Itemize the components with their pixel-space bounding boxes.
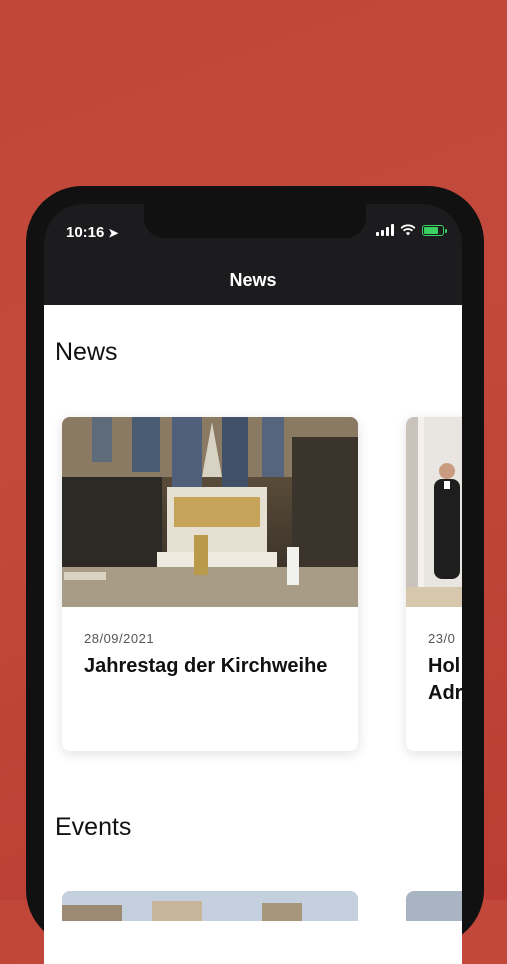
- status-icons: [376, 224, 447, 236]
- phone-screen: 10:16 ➤ News News 28/09/2021 Jahrestag d…: [44, 204, 462, 964]
- event-card[interactable]: [406, 891, 462, 921]
- news-card-title: Jahrestag der Kirchweihe: [84, 655, 328, 677]
- news-card-image: [62, 417, 358, 607]
- battery-charging-icon: [422, 224, 447, 236]
- phone-frame: 10:16 ➤ News News 28/09/2021 Jahrestag d…: [26, 186, 484, 964]
- location-arrow-icon: ➤: [108, 226, 119, 240]
- wifi-icon: [400, 224, 416, 236]
- status-time-label: 10:16: [66, 224, 105, 241]
- nav-title: News: [229, 270, 277, 290]
- notch: [144, 204, 366, 238]
- news-card[interactable]: 23/0 Hol Adr: [406, 417, 462, 751]
- events-section-heading: Events: [55, 813, 132, 841]
- event-card-image: [62, 891, 358, 921]
- news-card-image: [406, 417, 462, 607]
- news-card-date: 23/0: [428, 631, 456, 646]
- content-area[interactable]: News 28/09/2021 Jahrestag der Kirchweihe…: [44, 305, 462, 964]
- news-card-date: 28/09/2021: [84, 631, 155, 646]
- news-card-title: Hol Adr: [428, 655, 462, 704]
- news-section-heading: News: [55, 338, 118, 366]
- news-card[interactable]: 28/09/2021 Jahrestag der Kirchweihe: [62, 417, 358, 751]
- cellular-signal-icon: [376, 224, 394, 236]
- status-time: 10:16 ➤: [66, 224, 118, 241]
- event-card[interactable]: [62, 891, 358, 921]
